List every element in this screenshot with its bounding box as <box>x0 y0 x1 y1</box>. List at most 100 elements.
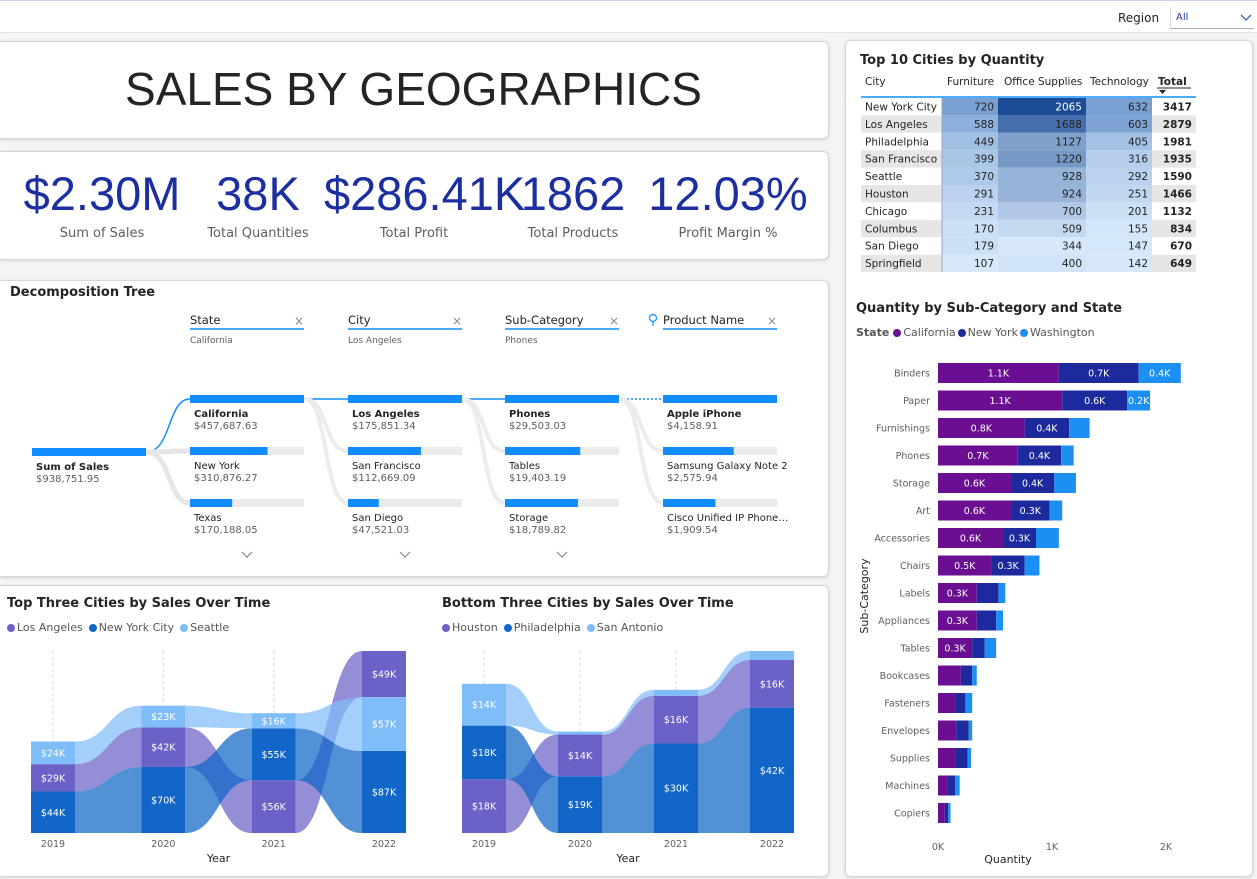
data-label: $42K <box>760 766 785 777</box>
bar-segment[interactable] <box>948 803 951 823</box>
bar-chart: 0K 1K 2K Quantity Sub-Category Binders 1.1K 0.7… <box>858 363 1181 866</box>
tree-node-label: California <box>194 409 248 420</box>
bar-segment[interactable] <box>956 720 969 741</box>
tree-level-header[interactable]: State <box>190 313 220 327</box>
kpi-value: 12.03% <box>648 167 808 220</box>
tree-bar[interactable] <box>505 499 578 507</box>
data-label: 0.4K <box>1149 369 1171 380</box>
data-label: 0.4K <box>1022 479 1044 490</box>
bar-segment[interactable] <box>947 775 956 796</box>
data-label: 0.8K <box>971 424 993 435</box>
bar-segment[interactable] <box>1069 418 1090 438</box>
decomposition-tree: Sum of Sales$938,751.95 State × California C… <box>32 313 788 558</box>
tree-bar[interactable] <box>663 499 716 507</box>
x-tick-label: 2019 <box>41 839 65 850</box>
bar-segment[interactable] <box>965 693 973 713</box>
bar-segment[interactable] <box>938 693 956 713</box>
right-panel: Top 10 Cities by Quantity City Furniture O… <box>845 40 1253 877</box>
data-label: $14K <box>472 700 497 711</box>
tree-bar[interactable] <box>505 395 619 403</box>
x-tick-label: 2021 <box>664 839 688 850</box>
bar-segment[interactable] <box>938 748 956 768</box>
chevron-down-icon[interactable] <box>399 551 411 558</box>
kpi-panel: $2.30M Sum of Sales 38K Total Quantities $28… <box>0 151 829 260</box>
close-icon[interactable]: × <box>767 314 777 328</box>
data-label: $18K <box>472 748 497 759</box>
bar-segment[interactable] <box>1049 500 1063 521</box>
data-label: 0.3K <box>1009 534 1031 545</box>
close-icon[interactable]: × <box>294 314 304 328</box>
tree-node-value: $170,188.05 <box>194 525 258 536</box>
region-filter-dropdown[interactable]: All <box>1170 7 1254 29</box>
region-filter-value: All <box>1176 12 1189 23</box>
tree-level-header[interactable]: City <box>348 313 371 327</box>
tree-bar[interactable] <box>663 395 777 403</box>
data-label: 0.5K <box>954 561 976 572</box>
kpi-label: Profit Margin % <box>678 226 778 241</box>
bar-segment[interactable] <box>1054 473 1076 493</box>
bar-segment[interactable] <box>1061 445 1074 466</box>
bar-segment[interactable] <box>976 610 997 631</box>
area-segment[interactable] <box>654 689 698 696</box>
tree-bar[interactable] <box>505 447 581 455</box>
tree-level-filter: Los Angeles <box>348 336 402 346</box>
close-icon[interactable]: × <box>609 314 619 328</box>
area-segment[interactable] <box>558 731 602 735</box>
data-label: $24K <box>41 748 66 759</box>
tree-bar[interactable] <box>663 447 734 455</box>
data-label: $57K <box>372 720 397 731</box>
x-axis-title: Year <box>615 852 640 865</box>
page-title: SALES BY GEOGRAPHICS <box>125 63 702 115</box>
kpi-value: $2.30M <box>23 167 181 220</box>
tree-node-value: $310,876.27 <box>194 473 258 484</box>
bar-segment[interactable] <box>955 748 968 768</box>
tree-bar[interactable] <box>348 395 462 403</box>
bar-segment[interactable] <box>996 610 1003 631</box>
tree-bar[interactable] <box>348 499 379 507</box>
kpi-label: Total Profit <box>379 226 449 241</box>
data-label: $30K <box>664 784 689 795</box>
tree-node-value: $112,669.09 <box>352 473 416 484</box>
tree-bar[interactable] <box>190 447 268 455</box>
bar-segment[interactable] <box>955 775 960 796</box>
area-segment[interactable] <box>750 651 794 660</box>
data-label: 0.6K <box>964 479 986 490</box>
data-label: 1.1K <box>989 396 1011 407</box>
kpi-label: Total Products <box>527 226 619 241</box>
bar-segment[interactable] <box>960 665 973 686</box>
bar-segment[interactable] <box>938 803 945 823</box>
tree-level-header[interactable]: Sub-Category <box>505 313 584 327</box>
bar-segment[interactable] <box>1036 528 1059 548</box>
data-label: 0.6K <box>960 534 982 545</box>
area-ribbon <box>506 683 558 735</box>
bar-segment[interactable] <box>955 693 966 713</box>
tree-bar[interactable] <box>348 447 421 455</box>
chevron-down-icon[interactable] <box>556 551 568 558</box>
data-label: $56K <box>261 802 286 813</box>
bar-segment[interactable] <box>967 748 972 768</box>
data-label: $44K <box>41 808 66 819</box>
bar-segment[interactable] <box>976 583 999 603</box>
bar-segment[interactable] <box>944 803 949 823</box>
bar-segment[interactable] <box>984 638 997 658</box>
tree-level-header[interactable]: Product Name <box>663 313 744 327</box>
tree-bar[interactable] <box>190 395 304 403</box>
chevron-down-icon[interactable] <box>241 551 253 558</box>
bar-segment[interactable] <box>938 665 961 686</box>
close-icon[interactable]: × <box>452 314 462 328</box>
bar-segment[interactable] <box>938 720 957 741</box>
tree-node-label: San Francisco <box>352 461 421 472</box>
bar-segment[interactable] <box>972 665 977 686</box>
x-tick-label: 2022 <box>372 839 396 850</box>
tree-bar[interactable] <box>190 499 233 507</box>
bar-segment[interactable] <box>972 638 985 658</box>
bar-segment[interactable] <box>968 720 973 741</box>
data-label: $70K <box>151 795 176 806</box>
decomposition-tree-panel: Decomposition Tree Sum of Sales $938,751.… <box>0 280 829 577</box>
bar-segment[interactable] <box>998 583 1006 603</box>
kpi-card: $286.41K Total Profit <box>324 166 525 241</box>
bar-segment[interactable] <box>938 775 948 796</box>
bar-segment[interactable] <box>1024 555 1040 576</box>
data-label: $55K <box>261 750 286 761</box>
root-value: $938,751.95 <box>36 474 100 485</box>
